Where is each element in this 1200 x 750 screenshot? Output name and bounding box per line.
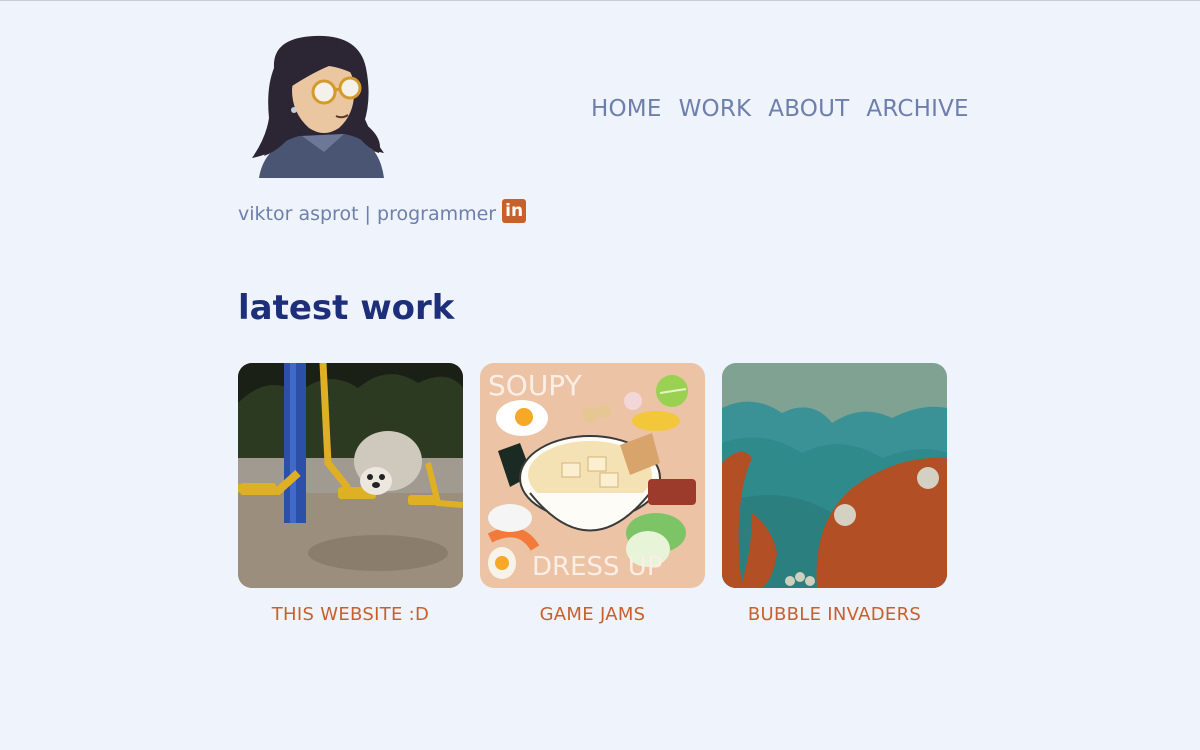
avatar[interactable] [244,28,394,188]
image-text-top: SOUPY [488,369,583,402]
bubble-invaders-image [722,363,947,588]
dog-on-swing-image [238,363,463,588]
nav-archive-link[interactable]: ARCHIVE [866,94,968,124]
card-thumbnail[interactable] [238,363,463,588]
nav-home-link[interactable]: HOME [591,94,662,124]
card-thumbnail[interactable]: SOUPY DRESS UP [480,363,705,588]
work-cards: THIS WEBSITE :D SOUPY DRESS UP GAME JAMS… [238,363,947,625]
linkedin-icon[interactable]: in [502,199,527,223]
card-label[interactable]: BUBBLE INVADERS [722,604,947,625]
tagline-text: viktor asprot | programmer [238,203,497,225]
card-label[interactable]: GAME JAMS [480,604,705,625]
page: HOME WORK ABOUT ARCHIVE viktor asprot | … [0,0,1200,750]
image-text-bottom: DRESS UP [532,552,663,582]
section-title: latest work [238,288,455,328]
card-thumbnail[interactable] [722,363,947,588]
work-card-website[interactable]: THIS WEBSITE :D [238,363,463,625]
work-card-game-jams[interactable]: SOUPY DRESS UP GAME JAMS [480,363,705,625]
nav-work-link[interactable]: WORK [679,94,752,124]
tagline: viktor asprot | programmer in [238,199,527,225]
work-card-bubble-invaders[interactable]: BUBBLE INVADERS [722,363,947,625]
top-border [0,0,1200,1]
soupy-dress-up-image: SOUPY DRESS UP [480,363,705,588]
nav-about-link[interactable]: ABOUT [768,94,849,124]
main-nav: HOME WORK ABOUT ARCHIVE [591,94,969,124]
card-label[interactable]: THIS WEBSITE :D [238,604,463,625]
